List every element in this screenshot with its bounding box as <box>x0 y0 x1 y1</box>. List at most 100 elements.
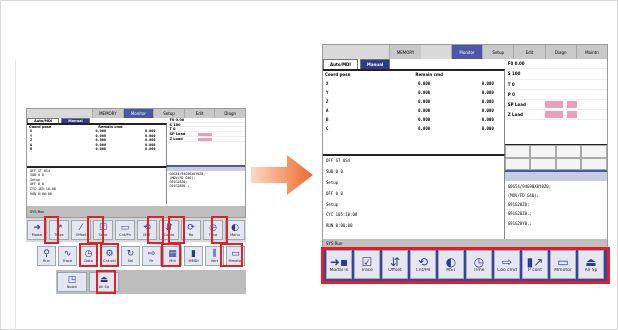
small-axis-name: Z <box>30 138 33 143</box>
tab-memory[interactable]: MEMORY <box>389 45 421 60</box>
axis-coord: 0.000 <box>418 126 431 132</box>
softkey-fir[interactable]: ⇨ Fir <box>142 246 161 266</box>
softkey-mdl[interactable]: ▦ Mdl <box>163 246 182 266</box>
small-tab-edit[interactable]: Edit <box>183 109 215 118</box>
axis-coord: 0.000 <box>418 99 431 105</box>
small-tab-memory[interactable]: MEMORY <box>92 109 123 118</box>
softkey-ro[interactable]: ⟳ Ro <box>181 220 201 240</box>
small-status-text: SYS Run <box>30 209 45 214</box>
softkey-all-sp[interactable]: ⏏ All Sp <box>89 272 119 292</box>
program-line: G91G28Z0; <box>507 202 530 208</box>
position-panel: Coord posn Remain cmd X 0.000 0.000 Y 0.000 0… <box>323 68 505 154</box>
large-monitor-screen: MEMORY Monitor Setup Edit Diagn Maintn A… <box>322 44 608 282</box>
softkey-trace[interactable]: ↗ Trace <box>49 220 69 240</box>
axis-row: A 0.000 0.000 <box>323 106 504 115</box>
title-bar: MEMORY Monitor Setup Edit Diagn Maintn <box>323 45 607 60</box>
softkey-time[interactable]: ◷ Time <box>466 250 492 279</box>
softkey-label: Mmotor <box>228 258 243 263</box>
small-program-panel: G0G54/94G90X0Y0Z0; (MOV/FD G40); G91G28Z… <box>166 165 245 198</box>
softkey-coord-cmd[interactable]: ⇨ Coo cmd <box>494 250 520 279</box>
softkey-time[interactable]: ◷ Time <box>203 220 223 240</box>
softkey-trace-2[interactable]: ∿ Trace <box>58 246 77 266</box>
info-line: Setup <box>326 201 339 207</box>
softkey-coord[interactable]: ⇵ Coord <box>159 220 179 240</box>
small-sp-load-bar <box>197 132 213 136</box>
small-tab-diagn[interactable]: Diagn <box>214 109 245 118</box>
tab-monitor[interactable]: Monitor <box>450 45 483 60</box>
small-program-line: G91G28Z0.; <box>169 184 190 189</box>
tab-maintn[interactable]: Maintn <box>575 45 607 60</box>
softkey-data[interactable]: ◷ Data <box>79 246 98 266</box>
softkey-label: Modal <box>31 232 43 237</box>
clock-icon: ◷ <box>84 248 93 259</box>
sp-load-label: SP Load <box>507 102 526 107</box>
bars-icon: ⫼ <box>212 248 217 259</box>
softkey-label: Ro <box>188 232 194 237</box>
softkey-label: P cont <box>528 267 542 273</box>
small-status-bar: SYS Run <box>27 206 245 217</box>
softkey-offset[interactable]: ⁄ Offset <box>71 220 91 240</box>
softkey-label: Coord <box>163 232 175 237</box>
small-axis-remain: 0.000 <box>144 133 156 138</box>
tool-readout: T 0 <box>507 81 515 87</box>
softkey-save[interactable]: ☑ Save <box>93 220 113 240</box>
grid-cell <box>504 145 531 158</box>
small-axis-coord: 0.000 <box>95 138 106 143</box>
z-load-bar <box>566 111 578 118</box>
softkey-modal[interactable]: ➜ Modal <box>27 220 47 240</box>
tab-diagn[interactable]: Diagn <box>544 45 576 60</box>
mode-bar: Auto/MDI Manual <box>323 59 508 69</box>
tab-edit[interactable]: Edit <box>513 45 545 60</box>
softkey-modal-info[interactable]: ➜▪ Modal in <box>326 250 352 279</box>
softkey-mmotor[interactable]: ▭ Mmotor <box>550 250 576 279</box>
softkey-mst[interactable]: ◐ MST <box>438 250 464 279</box>
softkey-sel[interactable]: ↻ Sel <box>121 246 140 266</box>
spindle-icon: ⏏ <box>585 254 597 269</box>
softkey-label: Mmotor <box>554 267 572 273</box>
softkey-notch[interactable]: ◳ Notch <box>57 272 87 292</box>
tab-setup[interactable]: Setup <box>482 45 514 60</box>
softkey-count[interactable]: ▭ Cnt/Pn <box>115 220 135 240</box>
softkey-mst[interactable]: ⟲ MST <box>137 220 157 240</box>
softkey-label: All Sp <box>584 267 598 273</box>
small-info-panel: OFF ST 8S4 SUB 0 0 Setup OFF 0 0 CYC 105… <box>27 166 167 205</box>
softkey-mmotor[interactable]: ▭ Mmotor <box>226 246 245 266</box>
save-icon: ☑ <box>98 222 108 233</box>
softkey-mmdi[interactable]: ▮ MMDI <box>184 246 203 266</box>
grid-cell <box>530 157 556 171</box>
small-axis-remain: 0.000 <box>144 129 156 134</box>
softkey-all-sp[interactable]: ⏏ All Sp <box>578 250 604 279</box>
small-softkey-row-2: ⚲ Run ∿ Trace ◷ Data ⚙ Cnt set ↻ Sel ⇨ Fir ▦ Md… <box>36 244 246 268</box>
axis-remain: 0.000 <box>481 126 494 132</box>
override-grid <box>504 144 607 171</box>
softkey-label: Menu <box>230 232 240 237</box>
softkey-bar: ➜▪ Modal in ☑ Trace ⇵ Offset ⟲ Cnt/Pn ◐ MST ◷… <box>323 247 607 281</box>
info-line: OFF 0 0 <box>326 190 343 196</box>
softkey-label: Modal in <box>329 267 349 273</box>
program-line: G91G28Y0.; <box>507 220 532 226</box>
mode-tab-auto-mdi[interactable]: Auto/MDI <box>323 59 358 69</box>
run-icon: ⚲ <box>43 248 50 259</box>
axis-coord: 0.000 <box>418 108 431 114</box>
softkey-offset[interactable]: ⇵ Offset <box>382 250 408 279</box>
axis-row: X 0.000 0.000 <box>323 79 504 88</box>
softkey-menu[interactable]: ◐ Menu <box>225 220 245 240</box>
softkey-label: Trace <box>62 258 73 263</box>
small-axis-coord: 0.000 <box>95 142 106 147</box>
info-line: RUN 0:00:00 <box>326 223 353 229</box>
trace-icon: ∿ <box>63 248 72 259</box>
grid-cell <box>581 157 607 171</box>
softkey-count[interactable]: ⟲ Cnt/Pn <box>410 250 436 279</box>
small-softkey-row-1: ➜ Modal ↗ Trace ⁄ Offset ☑ Save ▭ Cnt/Pn ⟲ MST… <box>26 218 246 242</box>
z-load-bar <box>544 111 563 118</box>
softkey-label: Notch <box>66 284 78 289</box>
softkey-run[interactable]: ⚲ Run <box>37 246 56 266</box>
softkey-p-count[interactable]: ▮↗ P cont <box>522 250 548 279</box>
small-tab-setup[interactable]: Setup <box>153 109 184 118</box>
softkey-vert[interactable]: ⫼ Vert <box>205 246 224 266</box>
program-line: (MOV/FD G40); <box>507 192 540 198</box>
mode-tab-manual[interactable]: Manual <box>359 59 391 69</box>
softkey-count-set[interactable]: ⚙ Cnt set <box>100 246 119 266</box>
small-tab-monitor[interactable]: Monitor <box>122 109 154 118</box>
softkey-trace[interactable]: ☑ Trace <box>354 250 380 279</box>
